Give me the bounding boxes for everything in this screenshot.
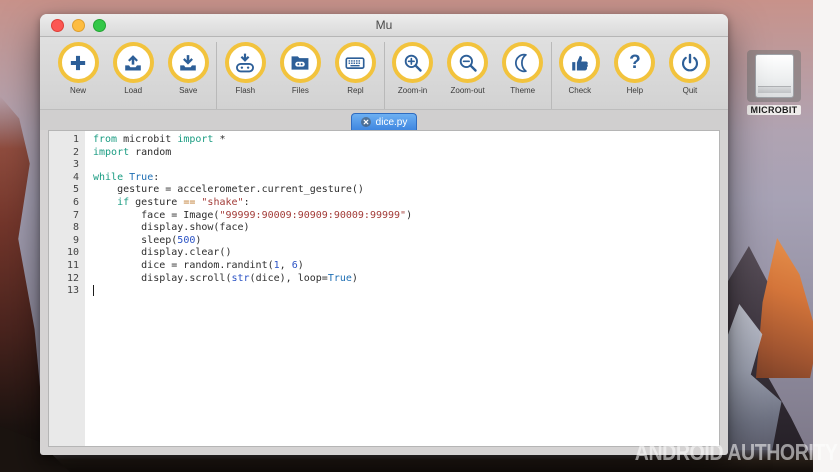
toolbar-button-flash[interactable]: Flash bbox=[218, 42, 272, 95]
desktop-drive-microbit[interactable]: MICROBIT bbox=[744, 50, 804, 115]
files-icon bbox=[280, 42, 321, 83]
toolbar-button-check[interactable]: Check bbox=[553, 42, 607, 95]
text-cursor bbox=[93, 285, 94, 296]
toolbar-group: New Load Save bbox=[50, 42, 216, 109]
toolbar-button-label: Flash bbox=[236, 86, 256, 95]
toolbar-button-load[interactable]: Load bbox=[106, 42, 160, 95]
screen-right-margin bbox=[813, 0, 840, 472]
code-line: if gesture == "shake": bbox=[93, 197, 719, 210]
toolbar-group: Check? Help Quit bbox=[551, 42, 718, 109]
tab-dice-py[interactable]: dice.py bbox=[351, 113, 418, 130]
toolbar-button-label: New bbox=[70, 86, 86, 95]
toolbar-button-label: Load bbox=[124, 86, 142, 95]
line-number: 13 bbox=[49, 285, 79, 298]
line-number: 7 bbox=[49, 210, 79, 223]
window-controls bbox=[51, 14, 106, 36]
toolbar-button-label: Save bbox=[179, 86, 197, 95]
toolbar-button-theme[interactable]: Theme bbox=[496, 42, 550, 95]
line-number: 3 bbox=[49, 159, 79, 172]
line-number: 4 bbox=[49, 172, 79, 185]
code-line: display.clear() bbox=[93, 247, 719, 260]
toolbar-button-help[interactable]: ? Help bbox=[608, 42, 662, 95]
toolbar-button-files[interactable]: Files bbox=[273, 42, 327, 95]
help-icon: ? bbox=[614, 42, 655, 83]
code-line: display.show(face) bbox=[93, 222, 719, 235]
line-number: 5 bbox=[49, 184, 79, 197]
tab-label: dice.py bbox=[376, 117, 408, 128]
toolbar-button-zoom-out[interactable]: Zoom-out bbox=[441, 42, 495, 95]
line-number: 12 bbox=[49, 273, 79, 286]
close-button[interactable] bbox=[51, 19, 64, 32]
toolbar: New Load Save Flash Files Repl Zoom-in Zoom-out… bbox=[40, 37, 728, 110]
code-line: display.scroll(str(dice), loop=True) bbox=[93, 273, 719, 286]
code-line: dice = random.randint(1, 6) bbox=[93, 260, 719, 273]
line-number: 11 bbox=[49, 260, 79, 273]
code-line: import random bbox=[93, 147, 719, 160]
line-number: 2 bbox=[49, 147, 79, 160]
toolbar-button-label: Files bbox=[292, 86, 309, 95]
toolbar-group: Flash Files Repl bbox=[216, 42, 383, 109]
toolbar-button-label: Zoom-out bbox=[451, 86, 485, 95]
toolbar-button-save[interactable]: Save bbox=[161, 42, 215, 95]
toolbar-button-label: Zoom-in bbox=[398, 86, 427, 95]
watermark: ANDROID AUTHORITY bbox=[635, 439, 838, 466]
external-drive-icon bbox=[755, 54, 794, 98]
toolbar-button-new[interactable]: New bbox=[51, 42, 105, 95]
code-line bbox=[93, 285, 719, 298]
toolbar-button-quit[interactable]: Quit bbox=[663, 42, 717, 95]
mu-window: Mu NewLoadSaveFlashFilesReplZoom-inZoom-… bbox=[40, 14, 728, 455]
check-icon bbox=[559, 42, 600, 83]
toolbar-button-label: Repl bbox=[347, 86, 363, 95]
drive-label: MICROBIT bbox=[747, 105, 802, 115]
toolbar-button-zoom-in[interactable]: Zoom-in bbox=[386, 42, 440, 95]
line-number-gutter: 12345678910111213 bbox=[49, 131, 85, 446]
code-area[interactable]: from microbit import *import random while… bbox=[85, 131, 719, 446]
flash-icon bbox=[225, 42, 266, 83]
toolbar-button-label: Help bbox=[627, 86, 643, 95]
code-line: face = Image("99999:90009:90909:90009:99… bbox=[93, 210, 719, 223]
window-title: Mu bbox=[376, 18, 393, 32]
tab-bar: dice.py bbox=[40, 110, 728, 130]
toolbar-button-label: Quit bbox=[683, 86, 698, 95]
load-icon bbox=[113, 42, 154, 83]
line-number: 6 bbox=[49, 197, 79, 210]
code-line bbox=[93, 159, 719, 172]
code-line: sleep(500) bbox=[93, 235, 719, 248]
toolbar-button-label: Theme bbox=[510, 86, 535, 95]
toolbar-button-label: Check bbox=[568, 86, 591, 95]
line-number: 10 bbox=[49, 247, 79, 260]
line-number: 9 bbox=[49, 235, 79, 248]
save-icon bbox=[168, 42, 209, 83]
drive-selection-highlight bbox=[747, 50, 801, 102]
zoom-button[interactable] bbox=[93, 19, 106, 32]
window-titlebar[interactable]: Mu bbox=[40, 14, 728, 37]
quit-icon bbox=[669, 42, 710, 83]
zoom-in-icon bbox=[392, 42, 433, 83]
code-line: while True: bbox=[93, 172, 719, 185]
toolbar-group: Zoom-in Zoom-out Theme bbox=[384, 42, 551, 109]
close-icon[interactable] bbox=[361, 117, 371, 127]
drive-slot bbox=[758, 86, 791, 93]
code-editor[interactable]: 12345678910111213 from microbit import *… bbox=[48, 130, 720, 447]
theme-icon bbox=[502, 42, 543, 83]
new-icon bbox=[58, 42, 99, 83]
minimize-button[interactable] bbox=[72, 19, 85, 32]
repl-icon bbox=[335, 42, 376, 83]
toolbar-button-repl[interactable]: Repl bbox=[328, 42, 382, 95]
code-line: gesture = accelerometer.current_gesture(… bbox=[93, 184, 719, 197]
line-number: 1 bbox=[49, 134, 79, 147]
zoom-out-icon bbox=[447, 42, 488, 83]
line-number: 8 bbox=[49, 222, 79, 235]
code-line: from microbit import * bbox=[93, 134, 719, 147]
